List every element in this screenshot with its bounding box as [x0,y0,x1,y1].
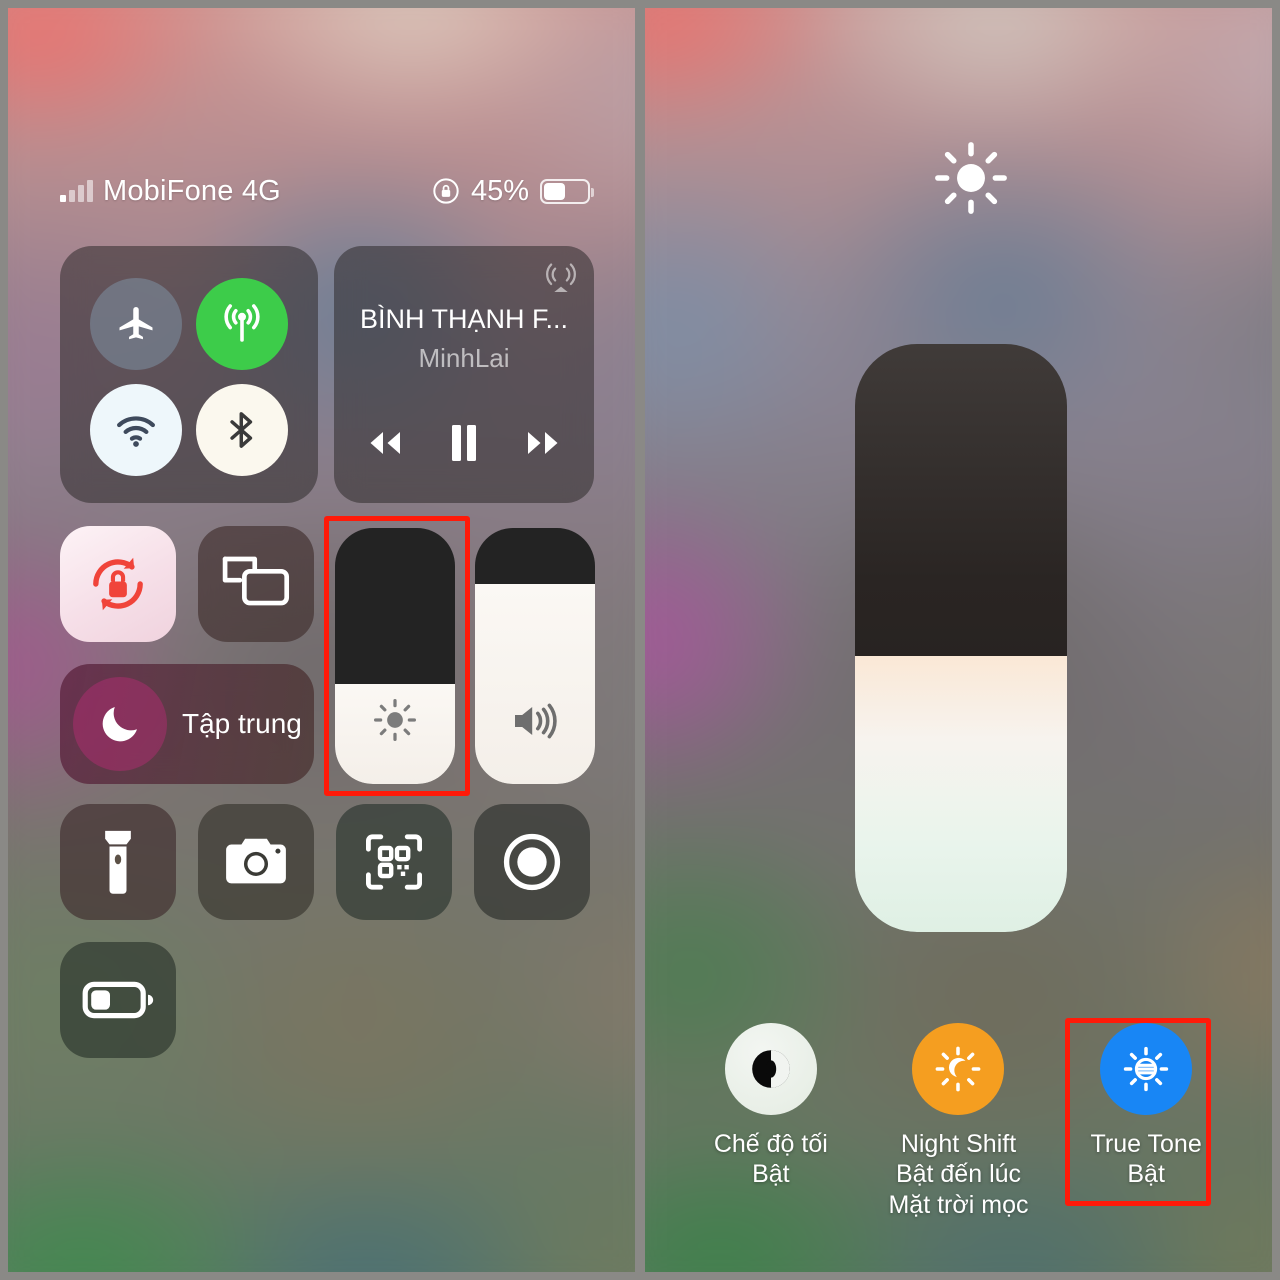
speaker-wave-icon [515,703,557,739]
brightness-slider-icon-wrap [335,697,455,743]
carrier-label: MobiFone 4G [103,174,281,207]
focus-mode-toggle[interactable]: Tập trung [60,664,314,784]
cellular-signal-icon [60,180,93,202]
true-tone-toggle[interactable]: True Tone Bật [1060,1022,1232,1190]
volume-fill [475,584,595,784]
brightness-slider-expanded[interactable] [855,344,1067,932]
qr-code-icon [366,834,422,890]
fast-forward-icon [528,432,558,454]
focus-icon-circle [73,677,167,771]
screenshot-stage: MobiFone 4G 45% BÌNH THẠNH F... MinhLai … [0,0,1280,1280]
night-shift-icon [936,1046,981,1091]
volume-slider-icon-wrap [475,699,595,743]
moon-icon [102,707,137,742]
bluetooth-icon [230,412,253,448]
fast-forward-button[interactable] [514,421,572,465]
rotation-lock-toggle[interactable] [60,526,176,642]
rewind-button[interactable] [356,421,414,465]
media-title: BÌNH THẠNH F... [359,304,569,334]
now-playing-widget[interactable]: BÌNH THẠNH F... MinhLai [334,246,594,503]
true-tone-state: Bật [1127,1160,1165,1188]
pause-icon [452,425,476,461]
battery-percent-label: 45% [470,174,529,207]
media-controls [356,421,572,465]
airplane-icon [119,306,153,340]
camera-icon [226,838,286,884]
wifi-icon [117,416,155,447]
dark-mode-icon-circle [724,1022,817,1115]
dark-mode-icon [752,1049,790,1088]
screen-record-icon [503,833,561,891]
night-shift-state: Bật đến lúc Mặt trời mọc [888,1160,1029,1219]
low-power-battery-icon [82,981,154,1019]
brightness-expanded-fill [855,655,1067,932]
status-bar: MobiFone 4G 45% [60,170,594,212]
pause-button[interactable] [435,421,493,465]
battery-icon [540,178,594,204]
screen-mirroring-button[interactable] [198,526,314,642]
cellular-data-toggle[interactable] [196,278,288,370]
volume-slider[interactable] [475,528,595,784]
control-center-panel: MobiFone 4G 45% BÌNH THẠNH F... MinhLai … [8,8,635,1272]
dark-mode-toggle[interactable]: Chế độ tối Bật [685,1022,857,1190]
sun-icon [374,699,416,742]
rewind-icon [370,432,400,454]
screen-mirroring-icon [222,556,290,606]
flashlight-icon [105,830,131,894]
wifi-toggle[interactable] [90,384,182,476]
true-tone-icon [1123,1046,1169,1091]
flashlight-button[interactable] [60,804,176,920]
sun-icon [935,142,1007,214]
night-shift-label: Night Shift [900,1129,1017,1158]
connectivity-module[interactable] [60,246,318,503]
display-toggles-row: Chế độ tối Bật Night Shift Bật đến lúc M… [677,1022,1240,1221]
cellular-antenna-icon [224,304,260,342]
low-power-mode-button[interactable] [60,942,176,1058]
dark-mode-label: Chế độ tối [713,1129,828,1158]
media-artist: MinhLai [418,343,510,373]
focus-label: Tập trung [182,708,302,739]
true-tone-label: True Tone [1090,1129,1202,1158]
dark-mode-state: Bật [752,1160,790,1188]
night-shift-toggle[interactable]: Night Shift Bật đến lúc Mặt trời mọc [872,1022,1044,1221]
rotation-lock-icon [433,178,459,204]
rotation-lock-icon [93,557,143,611]
true-tone-icon-circle [1100,1022,1193,1115]
airplane-mode-toggle[interactable] [90,278,182,370]
camera-button[interactable] [198,804,314,920]
airplay-icon[interactable] [545,260,577,292]
qr-code-scanner-button[interactable] [336,804,452,920]
screen-record-button[interactable] [474,804,590,920]
night-shift-icon-circle [912,1022,1005,1115]
brightness-slider[interactable] [335,528,455,784]
bluetooth-toggle[interactable] [196,384,288,476]
brightness-expanded-panel: Chế độ tối Bật Night Shift Bật đến lúc M… [645,8,1272,1272]
